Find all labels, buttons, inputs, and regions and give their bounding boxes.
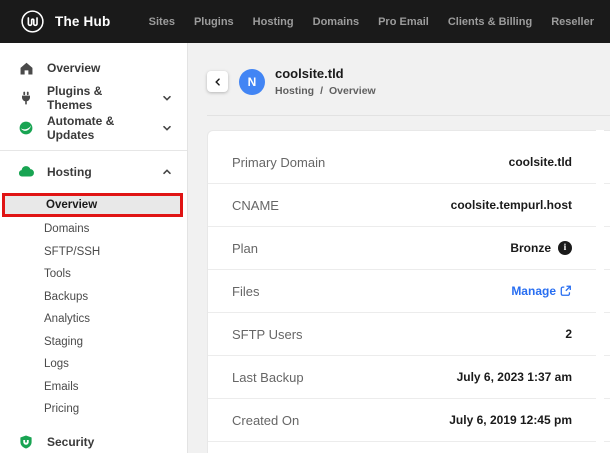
- table-row-last-backup: Last Backup July 6, 2023 1:37 am: [208, 356, 610, 399]
- table-row-cname: CNAME coolsite.tempurl.host: [208, 184, 610, 227]
- table-row-created-on: Created On July 6, 2019 12:45 pm: [208, 399, 610, 442]
- topnav-clients-billing[interactable]: Clients & Billing: [448, 16, 532, 28]
- table-row-primary-domain: Primary Domain coolsite.tld: [208, 141, 610, 184]
- hosting-submenu-staging[interactable]: Staging: [0, 331, 187, 354]
- automate-icon: [16, 118, 36, 138]
- breadcrumb: Hosting / Overview: [275, 85, 376, 97]
- cloud-icon: [16, 162, 36, 182]
- sidebar-item-plugins-themes[interactable]: Plugins & Themes: [0, 83, 187, 113]
- scrollbar[interactable]: [596, 130, 604, 453]
- hosting-submenu-logs[interactable]: Logs: [0, 353, 187, 376]
- hosting-submenu-domains[interactable]: Domains: [0, 218, 187, 241]
- sidebar-item-overview[interactable]: Overview: [0, 53, 187, 83]
- hosting-submenu-tools[interactable]: Tools: [0, 263, 187, 286]
- hosting-submenu-emails[interactable]: Emails: [0, 376, 187, 399]
- main-content: N coolsite.tld Hosting / Overview Primar…: [188, 43, 610, 453]
- breadcrumb-separator: /: [320, 85, 323, 97]
- hosting-submenu: Overview Domains SFTP/SSH Tools Backups …: [0, 193, 187, 423]
- table-row-plan: Plan Bronze i: [208, 227, 610, 270]
- topnav-domains[interactable]: Domains: [313, 16, 359, 28]
- sidebar-divider: [0, 150, 187, 151]
- table-row-sftp-users: SFTP Users 2: [208, 313, 610, 356]
- chevron-down-icon: [161, 122, 173, 134]
- page-header: N coolsite.tld Hosting / Overview: [188, 43, 610, 97]
- hosting-submenu-pricing[interactable]: Pricing: [0, 398, 187, 421]
- page-title: coolsite.tld: [275, 66, 344, 81]
- topnav-hosting[interactable]: Hosting: [253, 16, 294, 28]
- plug-icon: [16, 88, 36, 108]
- home-icon: [16, 58, 36, 78]
- site-avatar: N: [239, 68, 265, 95]
- sidebar-item-security[interactable]: Security: [0, 427, 187, 453]
- hub-logo-icon: [20, 9, 45, 34]
- chevron-up-icon: [161, 166, 173, 178]
- header-divider: [207, 115, 610, 116]
- sidebar: Overview Plugins & Themes Automate & Upd…: [0, 43, 188, 453]
- sidebar-item-automate-updates[interactable]: Automate & Updates: [0, 113, 187, 143]
- breadcrumb-overview: Overview: [329, 85, 376, 97]
- manage-files-link[interactable]: Manage: [511, 284, 572, 298]
- chevron-down-icon: [161, 92, 173, 104]
- topnav-plugins[interactable]: Plugins: [194, 16, 234, 28]
- hosting-overview-card: Primary Domain coolsite.tld CNAME coolsi…: [207, 130, 610, 453]
- hosting-submenu-sftp-ssh[interactable]: SFTP/SSH: [0, 241, 187, 264]
- external-link-icon: [560, 285, 572, 297]
- title-block: coolsite.tld Hosting / Overview: [275, 66, 376, 97]
- brand-title: The Hub: [55, 14, 111, 29]
- topnav-sites[interactable]: Sites: [149, 16, 175, 28]
- topnav-reseller[interactable]: Reseller: [551, 16, 594, 28]
- topnav-pro-email[interactable]: Pro Email: [378, 16, 429, 28]
- table-row-files: Files Manage: [208, 270, 610, 313]
- back-button[interactable]: [207, 71, 228, 92]
- hosting-submenu-overview[interactable]: Overview: [2, 193, 183, 217]
- shield-icon: [16, 432, 36, 452]
- breadcrumb-hosting[interactable]: Hosting: [275, 85, 314, 97]
- sidebar-item-hosting[interactable]: Hosting: [0, 157, 187, 187]
- chevron-left-icon: [214, 77, 220, 86]
- hub-brand[interactable]: The Hub: [20, 9, 110, 34]
- info-icon[interactable]: i: [558, 241, 572, 255]
- hosting-submenu-backups[interactable]: Backups: [0, 286, 187, 309]
- topbar: The Hub Sites Plugins Hosting Domains Pr…: [0, 0, 610, 43]
- top-navigation: Sites Plugins Hosting Domains Pro Email …: [149, 16, 594, 28]
- hosting-submenu-analytics[interactable]: Analytics: [0, 308, 187, 331]
